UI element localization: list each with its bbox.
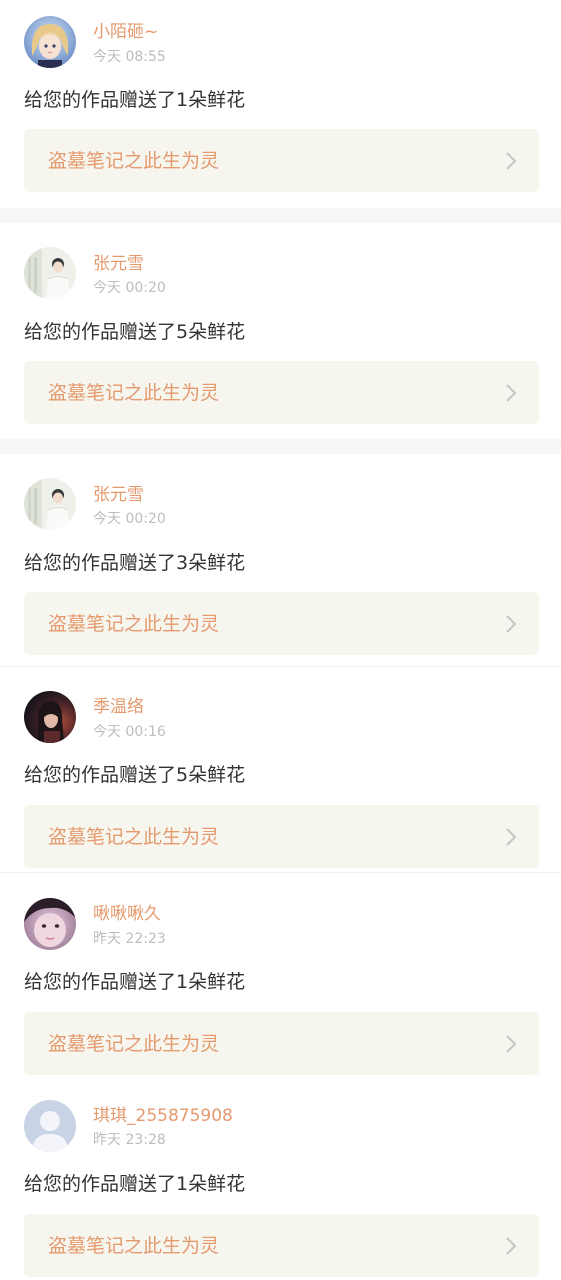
timestamp: 今天 00:20 [93, 280, 166, 296]
user-avatar[interactable] [24, 1100, 76, 1152]
timestamp: 今天 08:55 [93, 49, 166, 65]
username[interactable]: 小陌砸~ [93, 22, 158, 42]
user-avatar[interactable] [24, 898, 76, 950]
work-link-button[interactable]: 盗墓笔记之此生为灵 [24, 1012, 539, 1075]
work-title: 盗墓笔记之此生为灵 [48, 1235, 220, 1257]
notification-card: 琪琪_255875908 昨天 23:28 给您的作品赠送了1朵鲜花 盗墓笔记之… [0, 1087, 561, 1280]
person-in-white-avatar-icon [24, 247, 76, 299]
work-link-button[interactable]: 盗墓笔记之此生为灵 [24, 592, 539, 655]
work-link-button[interactable]: 盗墓笔记之此生为灵 [24, 361, 539, 424]
username[interactable]: 张元雪 [93, 254, 144, 274]
username[interactable]: 琪琪_255875908 [93, 1106, 233, 1126]
gift-message: 给您的作品赠送了3朵鲜花 [24, 552, 246, 574]
gift-message: 给您的作品赠送了5朵鲜花 [24, 764, 246, 786]
username[interactable]: 张元雪 [93, 485, 144, 505]
default-user-avatar-icon [24, 1100, 76, 1152]
work-title: 盗墓笔记之此生为灵 [48, 1033, 220, 1055]
notification-card: 张元雪 今天 00:20 给您的作品赠送了3朵鲜花 盗墓笔记之此生为灵 [0, 454, 561, 666]
person-in-white-avatar-icon [24, 478, 76, 530]
gift-message: 给您的作品赠送了1朵鲜花 [24, 971, 246, 993]
work-title: 盗墓笔记之此生为灵 [48, 613, 220, 635]
gift-message: 给您的作品赠送了5朵鲜花 [24, 321, 246, 343]
notification-card: 小陌砸~ 今天 08:55 给您的作品赠送了1朵鲜花 盗墓笔记之此生为灵 [0, 0, 561, 208]
chevron-right-icon [506, 1035, 517, 1053]
chevron-right-icon [506, 828, 517, 846]
anime-girl-avatar-icon [24, 16, 76, 68]
work-link-button[interactable]: 盗墓笔记之此生为灵 [24, 129, 539, 192]
timestamp: 昨天 23:28 [93, 1132, 166, 1148]
work-link-button[interactable]: 盗墓笔记之此生为灵 [24, 805, 539, 868]
notification-card: 啾啾啾久 昨天 22:23 给您的作品赠送了1朵鲜花 盗墓笔记之此生为灵 [0, 873, 561, 1087]
user-avatar[interactable] [24, 16, 76, 68]
user-avatar[interactable] [24, 478, 76, 530]
gift-message: 给您的作品赠送了1朵鲜花 [24, 89, 246, 111]
card-divider [0, 208, 561, 223]
work-title: 盗墓笔记之此生为灵 [48, 826, 220, 848]
timestamp: 今天 00:20 [93, 511, 166, 527]
dark-portrait-avatar-icon [24, 691, 76, 743]
username[interactable]: 啾啾啾久 [93, 904, 161, 924]
chevron-right-icon [506, 384, 517, 402]
notification-card: 季温络 今天 00:16 给您的作品赠送了5朵鲜花 盗墓笔记之此生为灵 [0, 667, 561, 872]
chevron-right-icon [506, 152, 517, 170]
work-title: 盗墓笔记之此生为灵 [48, 382, 220, 404]
card-divider [0, 439, 561, 454]
gift-notification-feed: 小陌砸~ 今天 08:55 给您的作品赠送了1朵鲜花 盗墓笔记之此生为灵 张元雪 [0, 0, 561, 1280]
user-avatar[interactable] [24, 691, 76, 743]
user-avatar[interactable] [24, 247, 76, 299]
work-title: 盗墓笔记之此生为灵 [48, 150, 220, 172]
timestamp: 昨天 22:23 [93, 931, 166, 947]
timestamp: 今天 00:16 [93, 724, 166, 740]
chevron-right-icon [506, 1237, 517, 1255]
username[interactable]: 季温络 [93, 697, 144, 717]
notification-card: 张元雪 今天 00:20 给您的作品赠送了5朵鲜花 盗墓笔记之此生为灵 [0, 223, 561, 439]
gift-message: 给您的作品赠送了1朵鲜花 [24, 1173, 246, 1195]
chevron-right-icon [506, 615, 517, 633]
work-link-button[interactable]: 盗墓笔记之此生为灵 [24, 1214, 539, 1277]
selfie-girl-avatar-icon [24, 898, 76, 950]
